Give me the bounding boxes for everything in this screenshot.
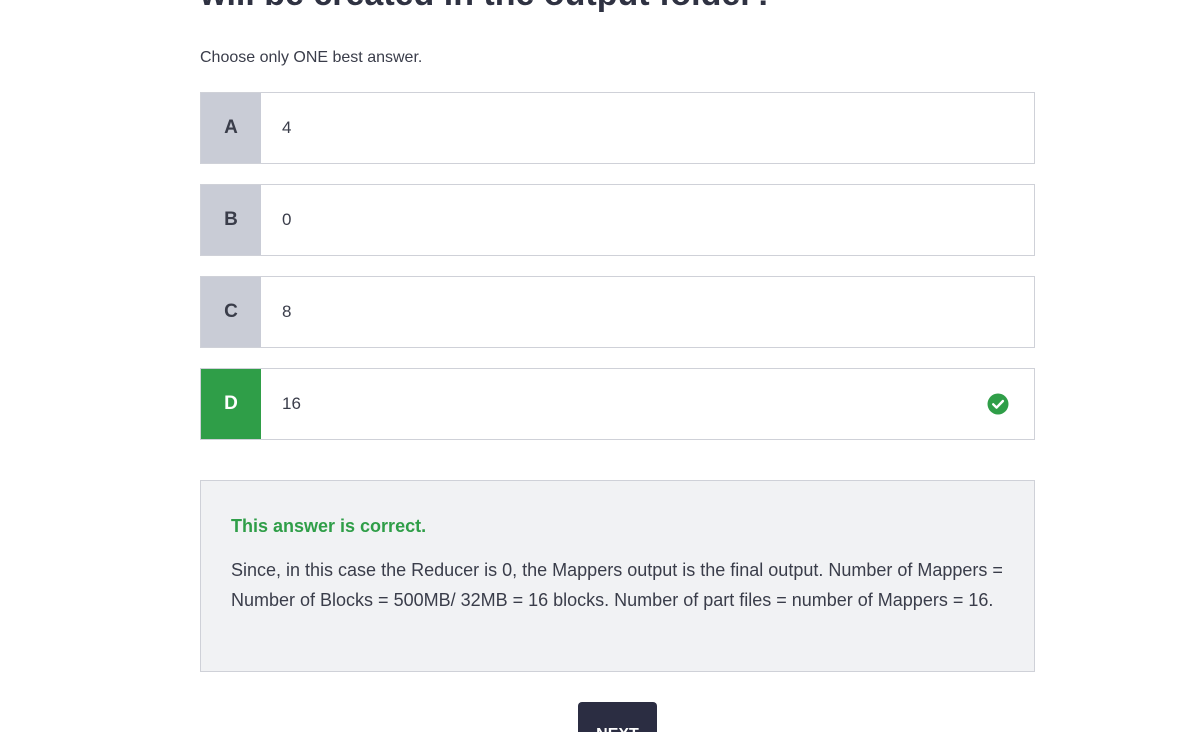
option-letter: C: [201, 277, 261, 347]
option-text: 4: [282, 118, 292, 137]
option-text: 8: [282, 302, 292, 321]
feedback-explanation: Since, in this case the Reducer is 0, th…: [231, 560, 1003, 610]
option-letter: D: [201, 369, 261, 439]
answer-option-d[interactable]: D 16: [200, 368, 1035, 440]
question-title: will be created in the output folder?: [200, 0, 774, 12]
option-letter: A: [201, 93, 261, 163]
option-letter: B: [201, 185, 261, 255]
quiz-page: will be created in the output folder? Ch…: [0, 0, 1186, 732]
answer-instruction: Choose only ONE best answer.: [200, 49, 423, 66]
answer-option-c[interactable]: C 8: [200, 276, 1035, 348]
answer-option-a[interactable]: A 4: [200, 92, 1035, 164]
feedback-status: This answer is correct.: [231, 516, 427, 536]
feedback-panel: This answer is correct. Since, in this c…: [200, 480, 1035, 672]
option-text: 16: [282, 394, 301, 413]
check-circle-icon: [987, 393, 1009, 415]
answer-options: A 4 B 0 C 8 D 16: [200, 92, 1035, 460]
answer-option-b[interactable]: B 0: [200, 184, 1035, 256]
next-button[interactable]: NEXT: [578, 702, 657, 732]
option-text: 0: [282, 210, 292, 229]
